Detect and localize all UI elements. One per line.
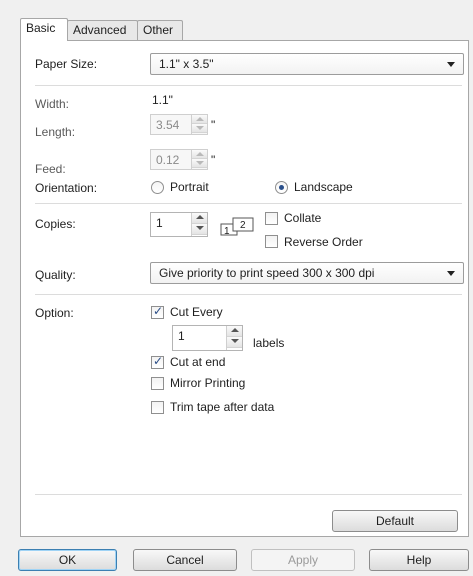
paper-size-label: Paper Size:: [35, 57, 98, 71]
divider: [35, 203, 462, 204]
collate-page-1: 1: [224, 226, 230, 237]
trim-tape-label[interactable]: Trim tape after data: [170, 400, 274, 414]
mirror-printing-checkbox[interactable]: [151, 377, 164, 390]
collate-label[interactable]: Collate: [284, 211, 321, 225]
feed-spinbox: 0.12: [150, 149, 208, 170]
spin-down-icon[interactable]: [192, 224, 207, 235]
feed-unit: ": [211, 153, 216, 167]
ok-button[interactable]: OK: [18, 549, 117, 571]
feed-value: 0.12: [156, 153, 180, 167]
divider: [35, 494, 462, 495]
chevron-down-icon: [447, 271, 455, 276]
cut-every-label[interactable]: Cut Every: [170, 305, 223, 319]
collate-checkbox[interactable]: [265, 212, 278, 225]
length-spinbox: 3.54: [150, 114, 208, 135]
labels-unit: labels: [253, 336, 285, 350]
reverse-order-checkbox[interactable]: [265, 235, 278, 248]
landscape-label[interactable]: Landscape: [294, 180, 353, 194]
help-button[interactable]: Help: [369, 549, 469, 571]
quality-label: Quality:: [35, 268, 76, 282]
trim-tape-checkbox[interactable]: [151, 401, 164, 414]
apply-button: Apply: [251, 549, 355, 571]
tab-advanced[interactable]: Advanced: [67, 20, 138, 40]
cut-every-value: 1: [178, 329, 185, 343]
cut-at-end-checkbox[interactable]: [151, 354, 164, 369]
mirror-printing-label[interactable]: Mirror Printing: [170, 376, 245, 390]
chevron-down-icon: [447, 62, 455, 67]
length-unit: ": [211, 118, 216, 132]
width-value: 1.1": [152, 93, 173, 107]
cut-every-spinbox[interactable]: 1: [172, 325, 243, 351]
collate-page-2: 2: [240, 220, 246, 231]
width-label: Width:: [35, 97, 70, 111]
spin-down-icon: [192, 124, 207, 133]
spin-up-icon: [192, 115, 207, 124]
basic-tab-panel: Paper Size: 1.1" x 3.5" Width: 1.1" Leng…: [20, 40, 469, 537]
tab-basic[interactable]: Basic: [20, 18, 68, 41]
tab-other-label: Other: [143, 23, 174, 37]
orientation-label: Orientation:: [35, 181, 98, 195]
tab-other[interactable]: Other: [137, 20, 183, 40]
paper-size-dropdown[interactable]: 1.1" x 3.5": [150, 53, 464, 75]
option-label: Option:: [35, 306, 74, 320]
cut-at-end-label[interactable]: Cut at end: [170, 355, 225, 369]
spin-up-icon: [192, 150, 207, 159]
copies-spinbox[interactable]: 1: [150, 212, 208, 237]
portrait-label[interactable]: Portrait: [170, 180, 209, 194]
quality-dropdown[interactable]: Give priority to print speed 300 x 300 d…: [150, 262, 464, 284]
spin-down-icon[interactable]: [227, 337, 242, 348]
cancel-button[interactable]: Cancel: [133, 549, 237, 571]
tab-basic-label: Basic: [26, 21, 56, 35]
paper-size-value: 1.1" x 3.5": [159, 57, 214, 71]
tab-advanced-label: Advanced: [73, 23, 127, 37]
feed-label: Feed:: [35, 162, 66, 176]
length-value: 3.54: [156, 118, 180, 132]
default-button[interactable]: Default: [332, 510, 458, 532]
reverse-order-label[interactable]: Reverse Order: [284, 235, 363, 249]
divider: [35, 294, 462, 295]
copies-label: Copies:: [35, 217, 76, 231]
spin-down-icon: [192, 159, 207, 168]
spin-up-icon[interactable]: [192, 213, 207, 224]
copies-value: 1: [156, 216, 163, 230]
collate-pages-icon: 1 2: [220, 217, 254, 237]
divider: [35, 85, 462, 86]
spin-up-icon[interactable]: [227, 326, 242, 337]
quality-value: Give priority to print speed 300 x 300 d…: [159, 266, 375, 280]
length-label: Length:: [35, 125, 76, 139]
portrait-radio[interactable]: [151, 181, 164, 194]
landscape-radio[interactable]: [275, 181, 288, 194]
cut-every-checkbox[interactable]: [151, 304, 164, 319]
